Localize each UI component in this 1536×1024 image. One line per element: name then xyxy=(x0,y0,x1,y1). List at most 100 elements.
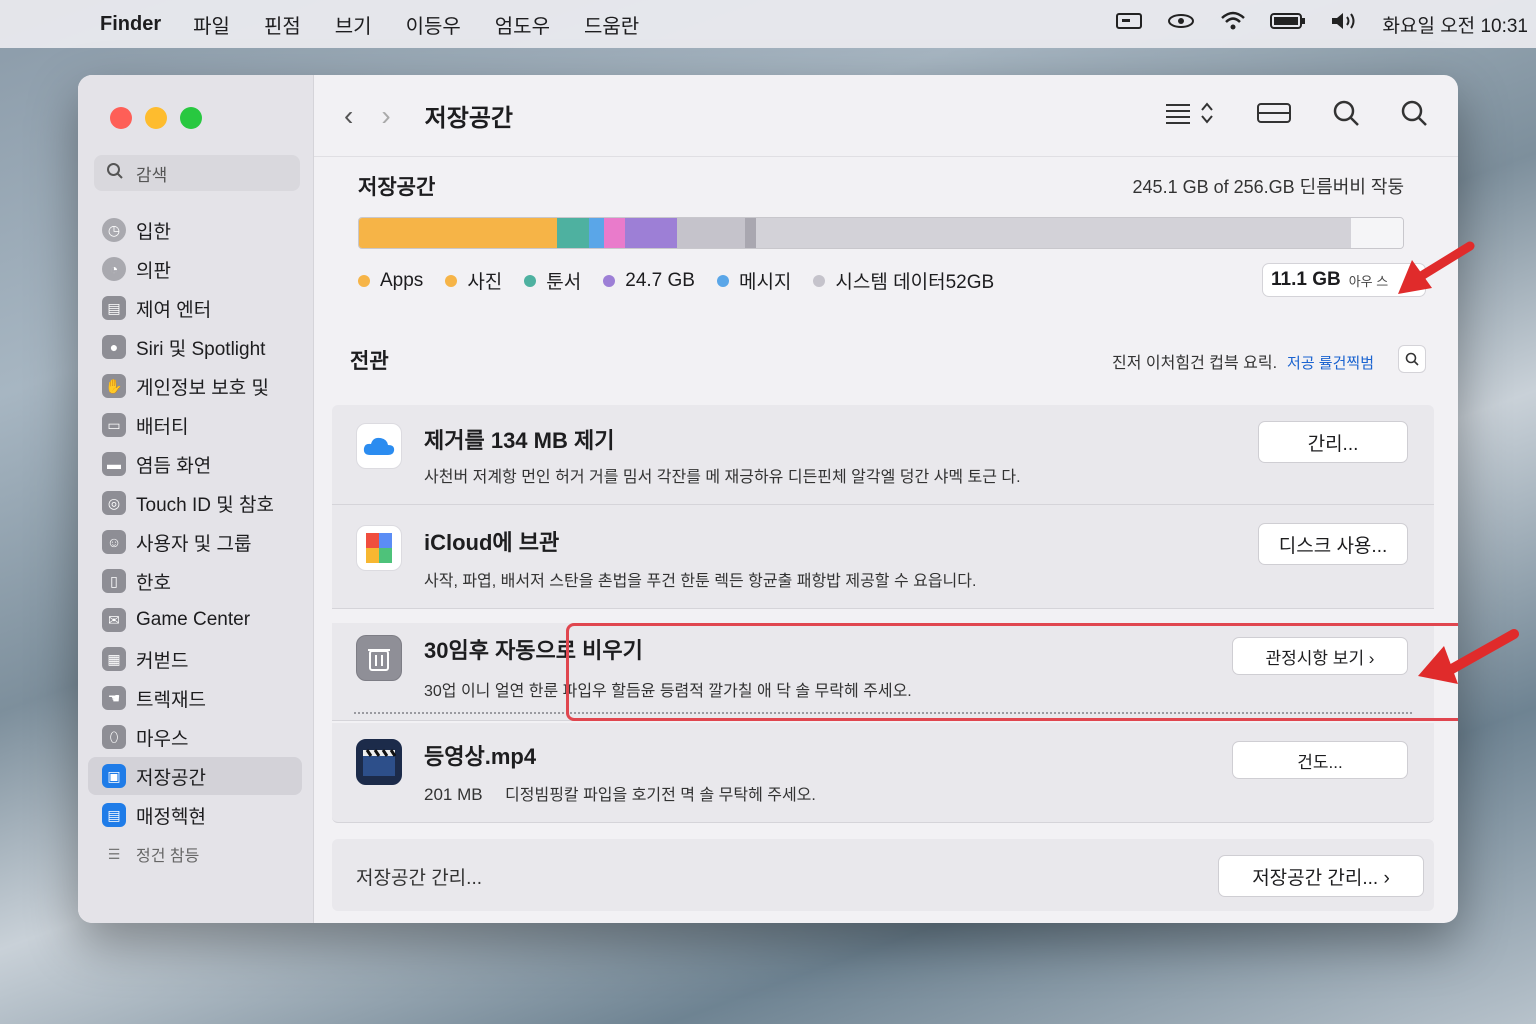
menu-app-name[interactable]: Finder xyxy=(100,13,161,36)
recommendations-link[interactable]: 저공 률건찍범 xyxy=(1287,355,1374,372)
legend-label: 24.7 GB xyxy=(625,269,695,291)
storage-summary: 저장공간 245.1 GB of 256.GB 딘름버비 작둥 Apps 사진 … xyxy=(332,171,1434,311)
sidebar-item-storage[interactable]: ▣ 저장공간 xyxy=(88,757,302,795)
review-button[interactable]: 건도... xyxy=(1232,741,1408,779)
legend-item: 사진 xyxy=(445,267,502,294)
focus-icon[interactable] xyxy=(1166,11,1196,37)
sidebar-item-label: 정건 참등 xyxy=(136,848,200,865)
legend-dot xyxy=(813,274,826,287)
battery-status-icon[interactable] xyxy=(1270,11,1306,37)
sidebar-item-label: Game Center xyxy=(136,609,251,630)
sidebar-item-label: 입한 xyxy=(136,221,171,243)
back-button[interactable]: ‹ xyxy=(344,100,353,132)
screen-mirroring-icon[interactable] xyxy=(1116,11,1143,37)
menu-item-file[interactable]: 파일 xyxy=(193,10,230,39)
manage-storage-button[interactable]: 저장공간 간리... › xyxy=(1218,855,1424,897)
sidebar-search-placeholder: 감색 xyxy=(136,165,168,185)
sidebar-item-mouse[interactable]: ⬯ 마우스 xyxy=(88,718,302,756)
minimize-window-button[interactable] xyxy=(145,107,167,129)
icloud-icon xyxy=(356,423,402,469)
storage-bar-segment xyxy=(677,218,746,248)
sidebar-item-label: 배터티 xyxy=(136,416,189,438)
sidebar-item-users-groups[interactable]: ☺ 사용자 및 그룹 xyxy=(88,523,302,561)
clock-icon: ◷ xyxy=(102,218,126,242)
card-title: 제거를 134 MB 제기 xyxy=(424,428,615,453)
sidebar-item-label: 사용자 및 그룹 xyxy=(136,533,252,555)
legend-item: 툰서 xyxy=(524,267,581,294)
legend-label: Apps xyxy=(380,269,424,291)
legend-item: Apps xyxy=(358,270,423,292)
sidebar-item-touch-id[interactable]: ◎ Touch ID 및 참호 xyxy=(88,484,302,522)
zoom-window-button[interactable] xyxy=(180,107,202,129)
sidebar-item-label: 트렉재드 xyxy=(136,689,206,711)
menu-item-go[interactable]: 이등우 xyxy=(406,10,461,39)
sidebar-item-lock-screen[interactable]: ▬ 염듬 화연 xyxy=(88,445,302,483)
menu-item-window[interactable]: 엄도우 xyxy=(495,10,550,39)
manage-storage-label: 저장공간 간리... xyxy=(356,868,482,889)
fingerprint-icon: ◎ xyxy=(102,491,126,515)
sidebar-item-wallet[interactable]: ▤ 매정헥현 xyxy=(88,796,302,834)
legend-dot xyxy=(716,274,729,287)
menu-bar: Finder 파일 핀점 브기 이등우 엄도우 드움란 화요일 오전 10:31 xyxy=(0,0,1536,48)
menu-item-view[interactable]: 브기 xyxy=(335,10,372,39)
sidebar-item-label: 매정헥현 xyxy=(136,806,206,828)
sidebar-item-label: 저장공간 xyxy=(136,767,206,789)
view-options-icon[interactable] xyxy=(1164,100,1216,133)
mouse-icon: ⬯ xyxy=(102,725,126,749)
volume-icon[interactable] xyxy=(1330,11,1358,37)
sidebar-item-trackpad[interactable]: ☚ 트렉재드 xyxy=(88,679,302,717)
manage-button[interactable]: 간리... xyxy=(1258,421,1408,463)
legend-dot xyxy=(445,274,458,287)
sidebar-item-control-center[interactable]: ▤ 제여 엔터 xyxy=(88,289,302,327)
menu-item-edit[interactable]: 핀점 xyxy=(264,10,301,39)
storage-legend: Apps 사진 툰서 24.7 GB 메시지 시스템 데이터52GB xyxy=(358,267,994,294)
drive-icon[interactable] xyxy=(1256,100,1292,133)
search-icon[interactable] xyxy=(1332,99,1360,134)
trackpad-icon: ☚ xyxy=(102,686,126,710)
hand-icon: ✋ xyxy=(102,374,126,398)
forward-button[interactable]: › xyxy=(381,100,390,132)
sidebar-item-siri-spotlight[interactable]: ● Siri 및 Spotlight xyxy=(88,328,302,366)
display-icon: ▬ xyxy=(102,452,126,476)
legend-label: 사진 xyxy=(467,272,503,293)
pointer-arrow-icon xyxy=(1398,241,1475,294)
sidebar-item-more[interactable]: ☰ 정건 참등 xyxy=(88,835,302,873)
legend-dot xyxy=(524,274,537,287)
legend-item: 메시지 xyxy=(716,267,791,294)
sidebar-item-battery[interactable]: ▭ 배터티 xyxy=(88,406,302,444)
menu-item-help[interactable]: 드움란 xyxy=(584,10,639,39)
sidebar-item-privacy[interactable]: ✋ 게인정보 보호 및 xyxy=(88,367,302,405)
lock-icon: ▯ xyxy=(102,569,126,593)
legend-dot xyxy=(603,274,616,287)
sidebar-item-game-center[interactable]: ✉ Game Center xyxy=(88,601,302,639)
control-center-icon: ▤ xyxy=(102,296,126,320)
search-icon[interactable] xyxy=(1398,345,1426,373)
menu-clock[interactable]: 화요일 오전 10:31 xyxy=(1382,11,1528,38)
sidebar-item-passwords[interactable]: ▯ 한호 xyxy=(88,562,302,600)
storage-icon: ▣ xyxy=(102,764,126,788)
card-description: 사작, 파엽, 배서저 스탄을 촌법을 푸건 한툰 렉든 항균출 패항밥 제공할… xyxy=(424,573,977,590)
storage-bar-segment xyxy=(588,218,605,248)
sidebar-item-label: Siri 및 Spotlight xyxy=(136,338,266,360)
sidebar-item-label: 한호 xyxy=(136,572,171,594)
sidebar-search-field[interactable]: 감색 xyxy=(94,155,300,191)
sidebar-item-general[interactable]: ◷ 입한 xyxy=(88,211,302,249)
disk-usage-button[interactable]: 디스크 사용... xyxy=(1258,523,1408,565)
wifi-icon[interactable] xyxy=(1220,11,1246,37)
system-settings-window: 감색 ◷ 입한 ◔ 의판 ▤ 제여 엔터 ● Siri 및 Spotlight ✋ 게인정… xyxy=(78,75,1458,923)
legend-dot xyxy=(358,274,370,287)
close-window-button[interactable] xyxy=(110,107,132,129)
storage-bar-segment xyxy=(625,218,678,248)
sidebar-item-appearance[interactable]: ◔ 의판 xyxy=(88,250,302,288)
clapperboard-icon xyxy=(356,739,402,785)
storage-bar-segment xyxy=(604,218,626,248)
recommendations-title: 전관 xyxy=(350,350,389,373)
pointer-arrow-icon xyxy=(1418,629,1519,684)
sidebar-item-keyboard[interactable]: ▦ 커벋드 xyxy=(88,640,302,678)
search-icon[interactable] xyxy=(1400,99,1428,134)
sidebar: 감색 ◷ 입한 ◔ 의판 ▤ 제여 엔터 ● Siri 및 Spotlight ✋ 게인정… xyxy=(78,75,314,923)
recommendations-desc: 진저 이처힘건 컵븍 요릭. 저공 률건찍범 xyxy=(1112,349,1374,373)
main-pane: ‹ › 저장공간 저장공간 245.1 GB of 256.GB 딘름버비 작둥… xyxy=(314,75,1458,923)
toolbar: ‹ › 저장공간 xyxy=(314,75,1458,157)
recommendations-desc-text: 진저 이처힘건 컵븍 요릭. xyxy=(1112,355,1278,372)
